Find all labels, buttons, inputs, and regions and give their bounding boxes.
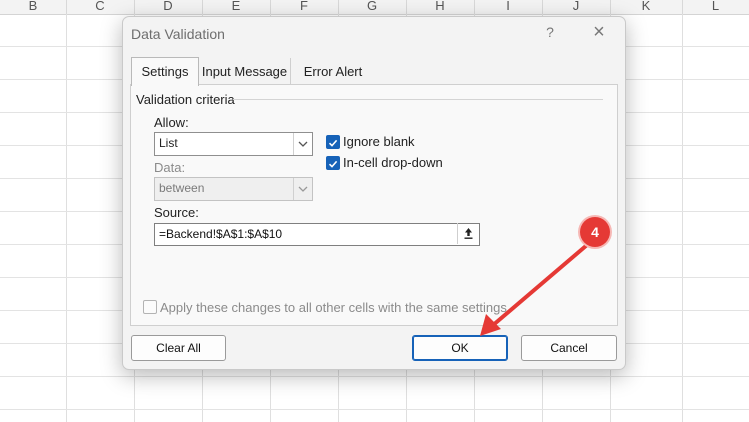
in-cell-dropdown-checkbox[interactable] [326,156,340,170]
cancel-button[interactable]: Cancel [521,335,617,361]
ok-button[interactable]: OK [412,335,508,361]
gridline [0,409,749,410]
checkmark-icon [328,160,338,168]
dialog-title: Data Validation [131,26,225,42]
data-validation-dialog: Data Validation ? × Settings Input Messa… [122,16,626,370]
column-header[interactable]: H [406,0,475,14]
source-input[interactable]: =Backend!$A$1:$A$10 [154,223,480,246]
gridline [682,14,683,422]
ignore-blank-checkbox[interactable] [326,135,340,149]
close-icon[interactable]: × [589,22,609,43]
column-header[interactable]: B [0,0,67,14]
column-header[interactable]: L [682,0,749,14]
upload-arrow-icon [464,228,473,239]
data-label: Data: [154,160,186,175]
tab-settings[interactable]: Settings [131,57,199,86]
data-select: between [154,177,313,201]
chevron-down-icon[interactable] [293,133,312,155]
column-header[interactable]: K [610,0,683,14]
help-icon[interactable]: ? [543,24,557,42]
chevron-down-icon [293,178,312,200]
group-divider [233,99,603,100]
tab-input-message[interactable]: Input Message [199,58,291,85]
column-header[interactable]: C [66,0,135,14]
step-number-badge: 4 [580,217,610,247]
settings-panel [130,84,618,326]
column-header[interactable]: F [270,0,339,14]
apply-all-checkbox[interactable] [143,300,157,314]
validation-criteria-heading: Validation criteria [136,92,235,107]
column-header[interactable]: I [474,0,543,14]
clear-all-button[interactable]: Clear All [131,335,226,361]
column-header[interactable]: E [202,0,271,14]
allow-select[interactable]: List [154,132,313,156]
column-header[interactable]: G [338,0,407,14]
ignore-blank-label[interactable]: Ignore blank [343,134,415,149]
apply-all-label[interactable]: Apply these changes to all other cells w… [160,300,507,315]
checkmark-icon [328,139,338,147]
gridline [0,376,749,377]
column-header-row: B C D E F G H I J K L [0,0,749,15]
collapse-dialog-button[interactable] [457,223,479,244]
tab-error-alert[interactable]: Error Alert [291,58,375,85]
column-header[interactable]: D [134,0,203,14]
source-value: =Backend!$A$1:$A$10 [159,227,283,241]
gridline [66,14,67,422]
allow-label: Allow: [154,115,189,130]
data-value: between [159,181,205,195]
column-header[interactable]: J [542,0,611,14]
allow-value: List [159,136,178,150]
in-cell-dropdown-label[interactable]: In-cell drop-down [343,155,443,170]
source-label: Source: [154,205,199,220]
